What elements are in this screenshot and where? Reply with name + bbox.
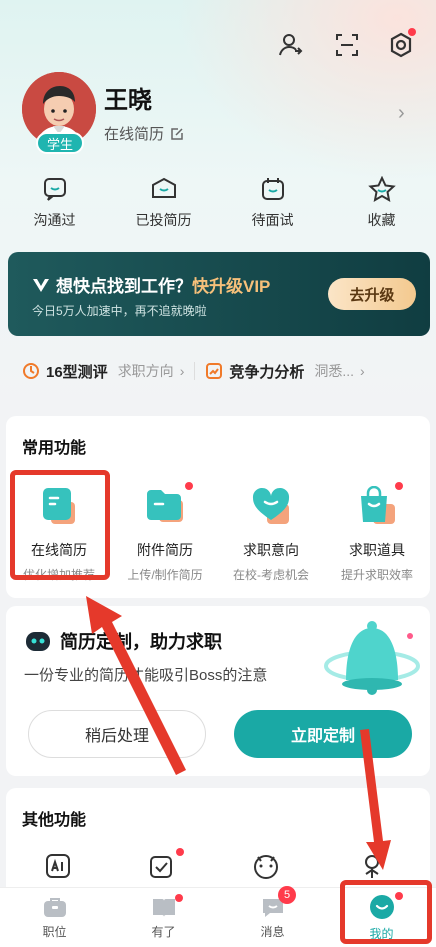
arrow-to-online-resume — [86, 596, 186, 775]
arrow-to-mine-tab — [360, 729, 391, 870]
annotation-arrows — [86, 596, 391, 870]
